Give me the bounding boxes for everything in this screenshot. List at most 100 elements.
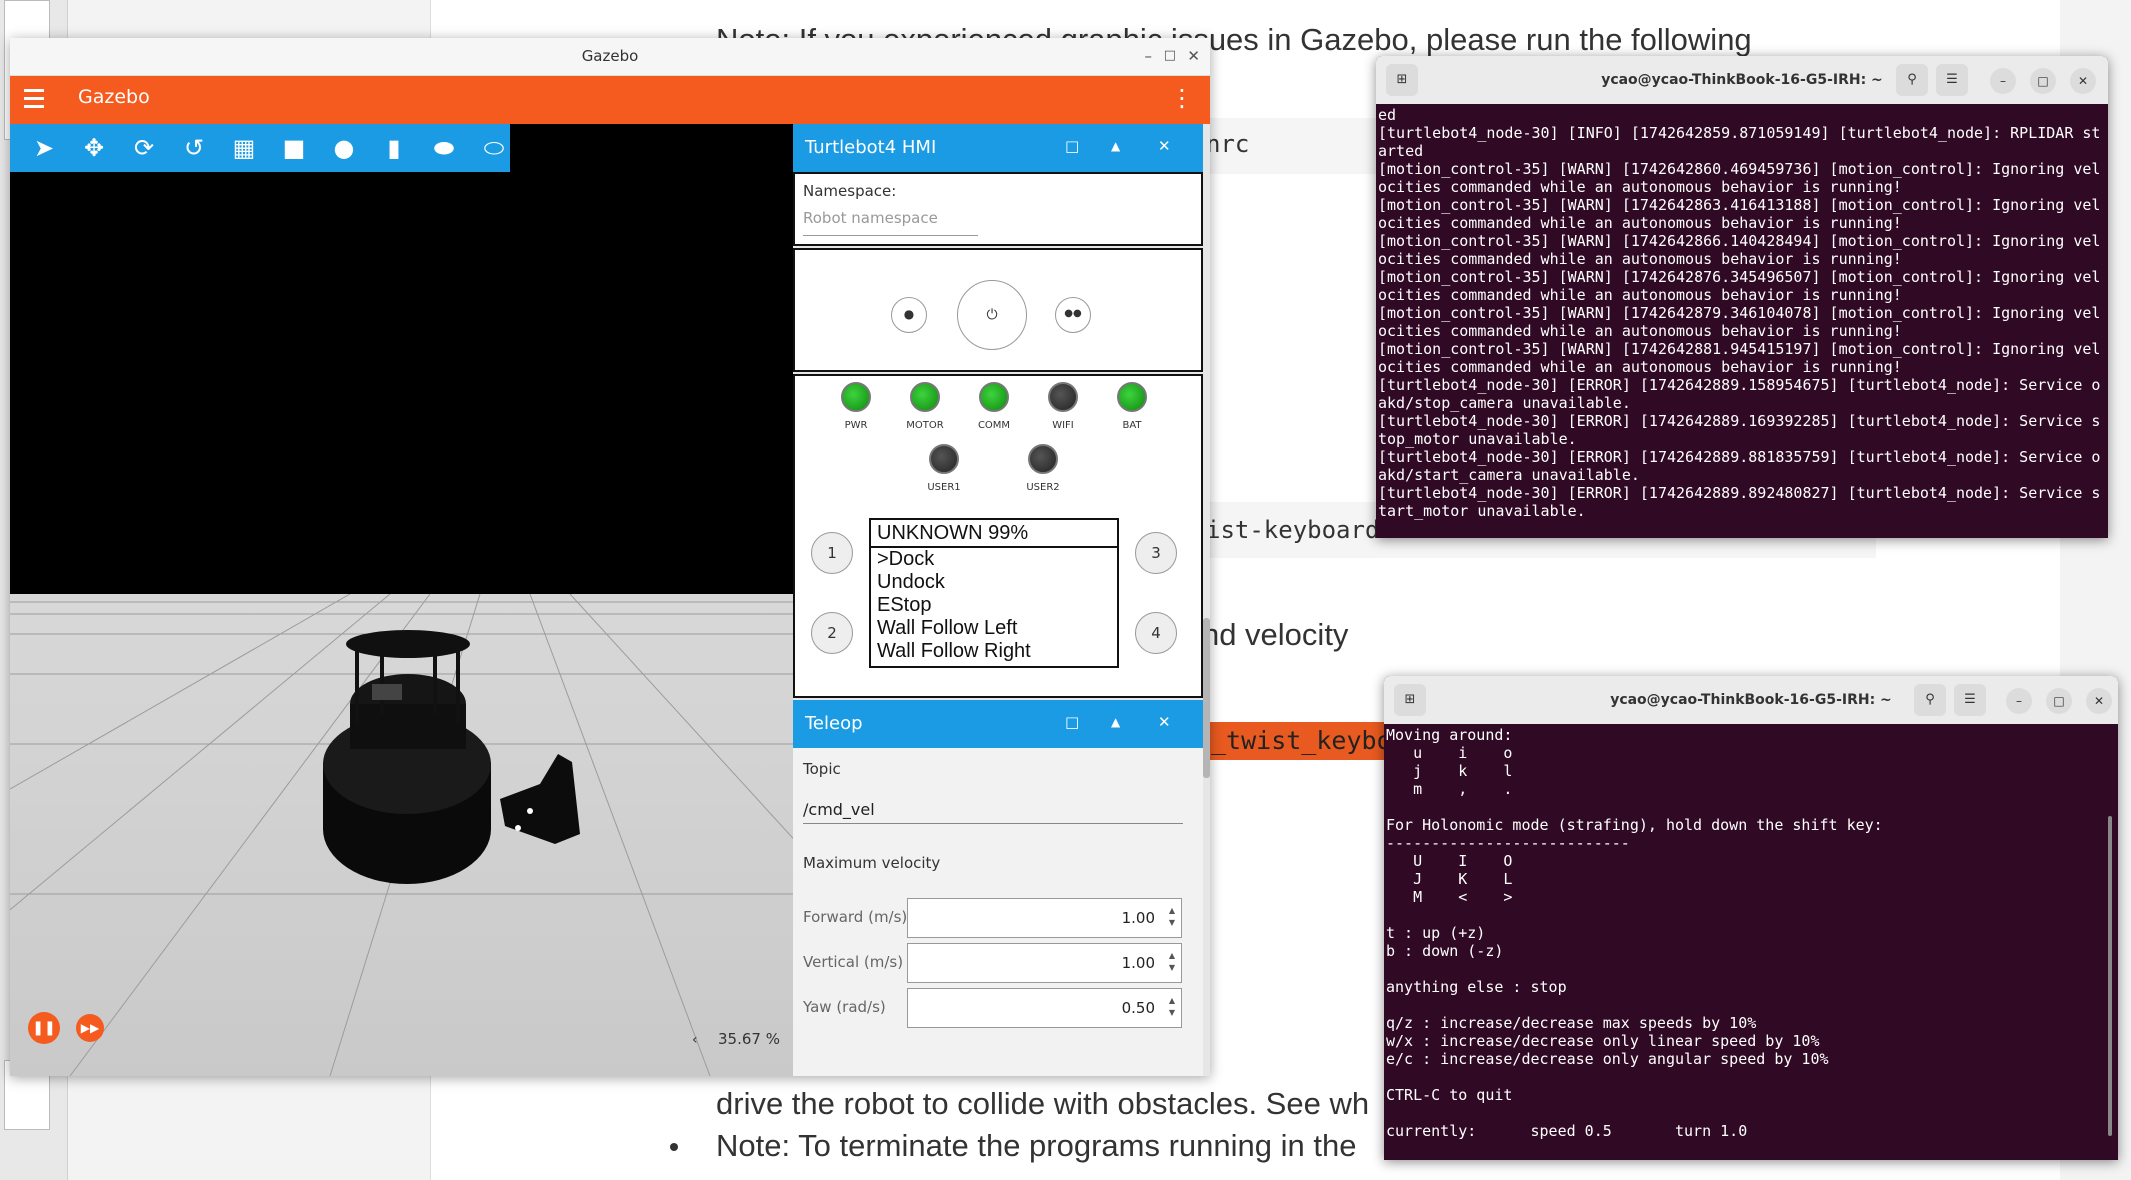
maximize-icon[interactable]: □ (1164, 38, 1176, 74)
terminal-title: ycao@ycao-ThinkBook-16-G5-IRH: ~ (1601, 72, 1883, 88)
double-dot-button[interactable]: ●● (1055, 297, 1091, 333)
teleop-scrollbar[interactable] (1203, 618, 1210, 1076)
terminal-titlebar[interactable]: ⊞ ycao@ycao-ThinkBook-16-G5-IRH: ~ ⚲ ☰ –… (1376, 56, 2108, 104)
teleop-body: Topic /cmd_vel Maximum velocity Forward … (793, 748, 1203, 1076)
select-tool-icon[interactable]: ➤ (30, 134, 58, 162)
bat-led (1117, 382, 1147, 412)
vertical-velocity-spinbox[interactable]: 1.00 ▲ ▼ (907, 943, 1182, 983)
box-icon[interactable]: ■ (280, 134, 308, 162)
menu-icon[interactable]: ☰ (1936, 64, 1968, 96)
namespace-card: Namespace: Robot namespace (793, 172, 1203, 246)
user2-led (1028, 444, 1058, 474)
more-options-icon[interactable]: ⋮ (1170, 86, 1194, 110)
minimize-icon[interactable]: – (1990, 68, 2016, 94)
terminal-line: tart_motor unavailable. (1378, 502, 1586, 520)
vertical-label: Vertical (m/s) (803, 953, 904, 971)
app-title: Gazebo (78, 86, 150, 108)
panel-float-icon[interactable]: □ (1065, 713, 1079, 731)
terminal-line: [motion_control-35] [WARN] [1742642866.1… (1378, 232, 2101, 250)
yaw-velocity-spinbox[interactable]: 0.50 ▲ ▼ (907, 988, 1182, 1028)
terminal-scrollbar[interactable] (2108, 816, 2112, 1136)
menu-item-undock[interactable]: Undock (871, 571, 1117, 594)
led-label: COMM (977, 420, 1011, 431)
forward-velocity-spinbox[interactable]: 1.00 ▲ ▼ (907, 898, 1182, 938)
terminal-line: m , . (1386, 780, 1513, 798)
panel-float-icon[interactable]: □ (1065, 137, 1079, 155)
grid-icon[interactable]: ▦ (230, 134, 258, 162)
hmi-button-1[interactable]: 1 (811, 532, 853, 574)
new-tab-icon[interactable]: ⊞ (1386, 64, 1418, 96)
scale-tool-icon[interactable]: ↺ (180, 134, 208, 162)
hmi-button-3[interactable]: 3 (1135, 532, 1177, 574)
terminal-line: arted (1378, 142, 1424, 160)
pause-button[interactable]: ❚❚ (28, 1012, 60, 1044)
terminal-line: [turtlebot4_node-30] [INFO] [1742642859.… (1378, 124, 2101, 142)
terminal-title: ycao@ycao-ThinkBook-16-G5-IRH: ~ (1610, 692, 1892, 708)
translate-tool-icon[interactable]: ✥ (80, 134, 108, 162)
menu-item-wall-follow-right[interactable]: Wall Follow Right (871, 640, 1117, 663)
topic-value: /cmd_vel (803, 800, 875, 819)
power-button[interactable]: ⏻ (957, 280, 1027, 350)
close-icon[interactable]: ✕ (1187, 38, 1200, 74)
maximize-icon[interactable]: □ (2030, 68, 2056, 94)
cylinder-icon[interactable]: ▮ (380, 134, 408, 162)
3d-scene-viewport[interactable]: ➤ ✥ ⟳ ↺ ▦ ■ ● ▮ ⬬ ⬭ ❚❚ ▶▶ ‹ 35.67 % (10, 124, 793, 1076)
wifi-led (1048, 382, 1078, 412)
close-icon[interactable]: ✕ (2070, 68, 2096, 94)
sphere-icon[interactable]: ● (330, 134, 358, 162)
window-titlebar[interactable]: Gazebo – □ ✕ (10, 38, 1210, 76)
document-text-line: drive the robot to collide with obstacle… (716, 1086, 1370, 1121)
plugin-panels: Turtlebot4 HMI □ ▲ ✕ Namespace: Robot na… (793, 124, 1210, 1076)
close-icon[interactable]: ✕ (2086, 688, 2112, 714)
terminal-line: [turtlebot4_node-30] [ERROR] [1742642889… (1378, 484, 2101, 502)
minimize-icon[interactable]: – (1145, 38, 1153, 74)
maximize-icon[interactable]: □ (2046, 688, 2072, 714)
spin-arrows-icon[interactable]: ▲ ▼ (1169, 905, 1175, 929)
terminal-output[interactable]: ed [turtlebot4_node-30] [INFO] [174264285… (1376, 104, 2108, 522)
capsule-icon[interactable]: ⬬ (430, 134, 458, 162)
dot-button[interactable]: ● (891, 297, 927, 333)
panel-collapse-icon[interactable]: ▲ (1111, 715, 1120, 729)
namespace-placeholder: Robot namespace (803, 209, 938, 227)
rotate-tool-icon[interactable]: ⟳ (130, 134, 158, 162)
terminal-line: anything else : stop (1386, 978, 1567, 996)
spin-arrows-icon[interactable]: ▲ ▼ (1169, 950, 1175, 974)
led-label: USER2 (1026, 482, 1060, 493)
hamburger-menu-icon[interactable] (24, 89, 44, 111)
topic-input[interactable]: /cmd_vel (803, 788, 1183, 824)
terminal-line: J K L (1386, 870, 1513, 888)
menu-icon[interactable]: ☰ (1954, 684, 1986, 716)
panel-close-icon[interactable]: ✕ (1158, 137, 1171, 155)
panel-collapse-icon[interactable]: ▲ (1111, 139, 1120, 153)
real-time-factor: 35.67 % (718, 1030, 780, 1048)
collapse-arrow-icon[interactable]: ‹ (692, 1032, 698, 1048)
panel-close-icon[interactable]: ✕ (1158, 713, 1171, 731)
search-icon[interactable]: ⚲ (1896, 64, 1928, 96)
code-highlight: _twist_keyboar (1205, 722, 1422, 760)
new-tab-icon[interactable]: ⊞ (1394, 684, 1426, 716)
menu-item-wall-follow-left[interactable]: Wall Follow Left (871, 617, 1117, 640)
minimize-icon[interactable]: – (2006, 688, 2032, 714)
menu-item-estop[interactable]: EStop (871, 594, 1117, 617)
terminal-output[interactable]: Moving around: u i o j k l m , . For Holo… (1384, 724, 2118, 1142)
hmi-panel-title: Turtlebot4 HMI (805, 137, 937, 158)
terminal-line: [motion_control-35] [WARN] [1742642876.3… (1378, 268, 2101, 286)
namespace-input[interactable]: Robot namespace (803, 208, 978, 236)
menu-item-dock[interactable]: >Dock (871, 548, 1117, 571)
hmi-button-4[interactable]: 4 (1135, 612, 1177, 654)
ellipsoid-icon[interactable]: ⬭ (480, 134, 508, 162)
terminal-titlebar[interactable]: ⊞ ycao@ycao-ThinkBook-16-G5-IRH: ~ ⚲ ☰ –… (1384, 676, 2118, 724)
terminal-line: [motion_control-35] [WARN] [1742642863.4… (1378, 196, 2101, 214)
hmi-button-2[interactable]: 2 (811, 612, 853, 654)
terminal-line: currently: speed 0.5 turn 1.0 (1386, 1122, 1748, 1140)
step-forward-button[interactable]: ▶▶ (76, 1014, 104, 1042)
spin-arrows-icon[interactable]: ▲ ▼ (1169, 995, 1175, 1019)
terminal-line: q/z : increase/decrease max speeds by 10… (1386, 1014, 1757, 1032)
scene-toolbar: ➤ ✥ ⟳ ↺ ▦ ■ ● ▮ ⬬ ⬭ (10, 124, 510, 172)
motor-led (910, 382, 940, 412)
search-icon[interactable]: ⚲ (1914, 684, 1946, 716)
